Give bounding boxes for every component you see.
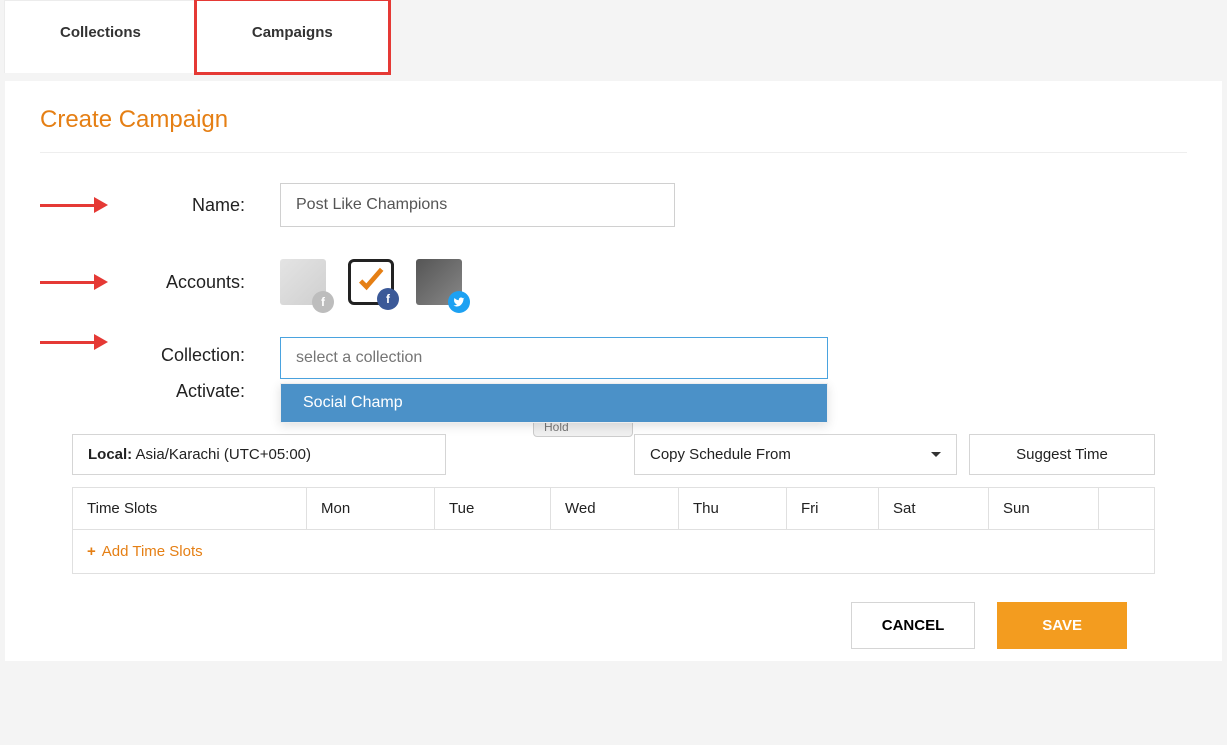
tab-campaigns[interactable]: Campaigns [196, 0, 389, 73]
form-actions: CANCEL SAVE [40, 574, 1187, 651]
col-wed: Wed [551, 488, 679, 529]
timezone-display[interactable]: Local: Asia/Karachi (UTC+05:00) [72, 434, 446, 475]
spacer [458, 434, 622, 475]
add-time-slots-label: Add Time Slots [102, 543, 203, 560]
arrow-icon [40, 200, 115, 210]
col-sat: Sat [879, 488, 989, 529]
collection-dropdown: Social Champ [280, 383, 828, 423]
collection-select-input[interactable] [280, 337, 828, 379]
tab-collections[interactable]: Collections [4, 0, 197, 73]
col-mon: Mon [307, 488, 435, 529]
save-button[interactable]: SAVE [997, 602, 1127, 649]
row-accounts: Accounts: f f [40, 259, 1187, 305]
arrow-icon [40, 277, 115, 287]
local-value: Asia/Karachi (UTC+05:00) [132, 446, 311, 463]
label-activate: Activate: [125, 381, 245, 402]
chevron-down-icon [931, 452, 941, 457]
schedule-table: Time Slots Mon Tue Wed Thu Fri Sat Sun +… [72, 487, 1155, 574]
tabs-bar: Collections Campaigns [0, 0, 1227, 73]
copy-schedule-select[interactable]: Copy Schedule From [634, 434, 957, 475]
cancel-button[interactable]: CANCEL [851, 602, 976, 649]
facebook-badge-icon: f [377, 288, 399, 310]
page-title: Create Campaign [40, 106, 1187, 153]
plus-icon: + [87, 543, 96, 560]
account-avatar[interactable] [416, 259, 462, 305]
account-avatar[interactable]: f [280, 259, 326, 305]
twitter-badge-icon [448, 291, 470, 313]
copy-schedule-label: Copy Schedule From [650, 446, 791, 463]
col-fri: Fri [787, 488, 879, 529]
col-timeslots: Time Slots [73, 488, 307, 529]
create-campaign-panel: Create Campaign Name: Accounts: f f Coll… [5, 81, 1222, 661]
row-collection: Collection: Social Champ Hold [40, 337, 1187, 379]
local-label: Local: [88, 446, 132, 463]
col-sun: Sun [989, 488, 1099, 529]
schedule-table-header: Time Slots Mon Tue Wed Thu Fri Sat Sun [73, 488, 1154, 530]
facebook-badge-icon: f [312, 291, 334, 313]
campaign-name-input[interactable] [280, 183, 675, 227]
col-empty [1099, 488, 1154, 529]
accounts-list: f f [280, 259, 462, 305]
col-tue: Tue [435, 488, 551, 529]
suggest-time-button[interactable]: Suggest Time [969, 434, 1155, 475]
arrow-icon [40, 337, 115, 347]
row-name: Name: [40, 183, 1187, 227]
label-name: Name: [125, 195, 245, 216]
arrow-spacer [40, 387, 115, 397]
label-accounts: Accounts: [125, 272, 245, 293]
col-thu: Thu [679, 488, 787, 529]
add-time-slots-button[interactable]: + Add Time Slots [73, 530, 1154, 573]
label-collection: Collection: [125, 337, 245, 366]
schedule-toolbar: Local: Asia/Karachi (UTC+05:00) Copy Sch… [72, 434, 1155, 475]
collection-select-wrap: Social Champ Hold [280, 337, 828, 379]
account-avatar[interactable]: f [348, 259, 394, 305]
collection-option[interactable]: Social Champ [281, 384, 827, 422]
